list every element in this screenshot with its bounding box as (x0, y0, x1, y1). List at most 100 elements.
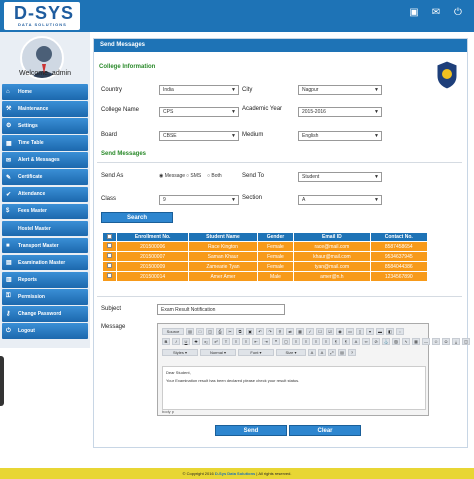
radio-both[interactable]: ○ Both (207, 173, 222, 179)
sidebar-item-examination-master[interactable]: ▤ Examination Master (2, 254, 88, 271)
table-row[interactable]: 201500007 Saman Khaur Female khaur@mail.… (102, 251, 429, 262)
textfield-icon[interactable]: ▭ (346, 328, 354, 335)
sidebar-item-alert-messages[interactable]: ✉ Alert & Messages (2, 152, 88, 168)
search-button[interactable]: Search (101, 212, 173, 223)
table-row[interactable]: 201500014 Amer Amer Male amer@n.h 123456… (102, 271, 429, 282)
indent-icon[interactable]: ⇥ (262, 338, 270, 345)
spellcheck-icon[interactable]: ✓ (306, 328, 314, 335)
align-right-icon[interactable]: ≡ (312, 338, 320, 345)
special-char-icon[interactable]: Ω (442, 338, 450, 345)
class-select[interactable]: 9 (159, 195, 239, 205)
sidebar-item-maintenance[interactable]: ⚒ Maintenance (2, 101, 88, 117)
button-icon[interactable]: ▬ (376, 328, 384, 335)
justify-icon[interactable]: ≡ (322, 338, 330, 345)
row-checkbox[interactable] (102, 241, 117, 252)
checkbox-icon[interactable]: ☑ (326, 328, 334, 335)
textarea-icon[interactable]: ▯ (356, 328, 364, 335)
styles-select[interactable]: Styles ▾ (162, 349, 198, 356)
new-page-icon[interactable]: □ (196, 328, 204, 335)
link-icon[interactable]: ∞ (362, 338, 370, 345)
sidebar-item-attendance[interactable]: ✔ Attendance (2, 186, 88, 203)
replace-icon[interactable]: ⇄ (286, 328, 294, 335)
table-row[interactable]: 201500009 Zamearie Tyan Female tyan@mail… (102, 261, 429, 272)
save-icon[interactable]: ▤ (186, 328, 194, 335)
section-select[interactable]: A (298, 195, 382, 205)
font-select[interactable]: Font ▾ (238, 349, 274, 356)
rich-text-editor[interactable]: Source ▤ □ ◫ ⎙ ✂ ⧉ ▣ ↶ ↷ ⚲ ⇄ ▦ ✓ ☐ ☑ ◉ ▭… (157, 323, 470, 416)
sidebar-item-hostel-master[interactable]: Hostel Master (2, 220, 88, 237)
bold-icon[interactable]: B (162, 338, 170, 345)
italic-icon[interactable]: I (172, 338, 180, 345)
redo-icon[interactable]: ↷ (266, 328, 274, 335)
print-icon[interactable]: ⎙ (216, 328, 224, 335)
align-center-icon[interactable]: ≡ (302, 338, 310, 345)
language-icon[interactable]: A (352, 338, 360, 345)
power-icon[interactable]: ⏻ (452, 7, 464, 19)
source-button[interactable]: Source (162, 328, 184, 335)
bulleted-list-icon[interactable]: ≡ (242, 338, 250, 345)
bg-color-icon[interactable]: A (318, 349, 326, 356)
select-all-checkbox[interactable] (102, 232, 117, 242)
medium-select[interactable]: English (298, 131, 382, 141)
about-icon[interactable]: ? (348, 349, 356, 356)
academic-year-select[interactable]: 2015-2016 (298, 107, 382, 117)
form-icon[interactable]: ☐ (316, 328, 324, 335)
numbered-list-icon[interactable]: ≡ (232, 338, 240, 345)
horizontal-line-icon[interactable]: ― (422, 338, 430, 345)
send-to-select[interactable]: Student (298, 172, 382, 182)
city-select[interactable]: Nagpur (298, 85, 382, 95)
image-button-icon[interactable]: ◧ (386, 328, 394, 335)
sidebar-item-certificate[interactable]: ✎ Certificate (2, 169, 88, 185)
image-icon[interactable]: ▨ (392, 338, 400, 345)
radio-message[interactable]: ◉ Message (159, 173, 185, 179)
remove-format-icon[interactable]: T (222, 338, 230, 345)
text-color-icon[interactable]: A (308, 349, 316, 356)
sidebar-item-permission[interactable]: ⚿ Permission (2, 289, 88, 305)
sidebar-item-home[interactable]: ⌂ Home (2, 84, 88, 100)
country-select[interactable]: India (159, 85, 239, 95)
sidebar-item-fees-master[interactable]: $ Fees Master (2, 203, 88, 220)
table-insert-icon[interactable]: ▦ (412, 338, 420, 345)
sidebar-item-logout[interactable]: ⏻ Logout (2, 323, 88, 339)
sidebar-item-settings[interactable]: ⚙ Settings (2, 118, 88, 134)
table-row[interactable]: 201500006 Race Kington Female race@mail.… (102, 241, 429, 252)
column-header[interactable]: Enrollment No. (115, 232, 190, 242)
row-checkbox[interactable] (102, 271, 117, 282)
subscript-icon[interactable]: x₂ (202, 338, 210, 345)
copy-icon[interactable]: ⧉ (236, 328, 244, 335)
cut-icon[interactable]: ✂ (226, 328, 234, 335)
college-name-select[interactable]: CPS (159, 107, 239, 117)
radio-icon[interactable]: ◉ (336, 328, 344, 335)
sidebar-item-transport-master[interactable]: ■ Transport Master (2, 237, 88, 254)
outdent-icon[interactable]: ⇤ (252, 338, 260, 345)
subject-input[interactable]: Exam Result Notification (157, 304, 285, 315)
strike-icon[interactable]: S (192, 338, 200, 345)
page-break-icon[interactable]: ⤓ (452, 338, 460, 345)
blockquote-icon[interactable]: ❝ (272, 338, 280, 345)
maximize-icon[interactable]: ⤢ (328, 349, 336, 356)
size-select[interactable]: Size ▾ (276, 349, 306, 356)
underline-icon[interactable]: U (182, 338, 190, 345)
row-checkbox[interactable] (102, 261, 117, 272)
show-blocks-icon[interactable]: ▤ (338, 349, 346, 356)
send-button[interactable]: Send (215, 425, 287, 436)
superscript-icon[interactable]: x² (212, 338, 220, 345)
column-header[interactable]: Contact No. (369, 232, 429, 242)
message-body[interactable]: Dear Student, Your Examination result ha… (162, 366, 426, 410)
hidden-field-icon[interactable]: ◌ (396, 328, 404, 335)
rtl-icon[interactable]: ¶ (342, 338, 350, 345)
mail-icon[interactable]: ✉ (430, 7, 442, 19)
row-checkbox[interactable] (102, 251, 117, 262)
div-icon[interactable]: ▢ (282, 338, 290, 345)
brand-logo[interactable]: D-SYS DATA SOLUTIONS (4, 2, 80, 30)
company-link[interactable]: D-Sys Data Solutions (215, 471, 255, 476)
select-all-icon[interactable]: ▦ (296, 328, 304, 335)
unlink-icon[interactable]: ⊘ (372, 338, 380, 345)
select-icon[interactable]: ▾ (366, 328, 374, 335)
column-header[interactable]: Student Name (188, 232, 258, 242)
sidebar-item-time-table[interactable]: ▦ Time Table (2, 135, 88, 151)
anchor-icon[interactable]: ⚓ (382, 338, 390, 345)
ltr-icon[interactable]: ¶ (332, 338, 340, 345)
iframe-icon[interactable]: ◫ (462, 338, 470, 345)
board-select[interactable]: CBSE (159, 131, 239, 141)
